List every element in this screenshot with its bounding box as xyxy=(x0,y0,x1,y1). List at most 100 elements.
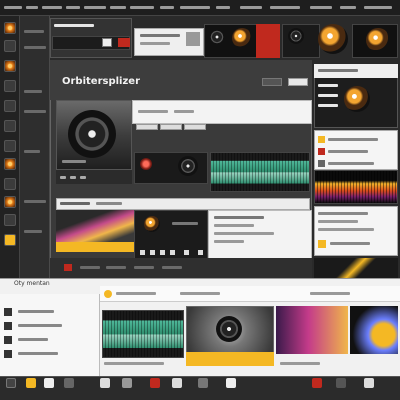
menu-item[interactable] xyxy=(42,6,62,9)
item-icon[interactable] xyxy=(318,240,326,248)
menu-item[interactable] xyxy=(26,6,38,9)
footer-item[interactable] xyxy=(106,266,126,269)
menu-item[interactable] xyxy=(84,6,106,9)
item-icon[interactable] xyxy=(318,148,325,155)
window-button[interactable] xyxy=(288,78,308,86)
knob-icon[interactable] xyxy=(232,28,252,48)
chat-icon[interactable] xyxy=(226,378,236,388)
footer-item[interactable] xyxy=(134,266,154,269)
folder-icon[interactable] xyxy=(4,60,16,72)
transport-button[interactable] xyxy=(70,176,76,179)
toolbar-label xyxy=(116,292,156,295)
record-icon[interactable] xyxy=(150,378,160,388)
small-icon[interactable] xyxy=(150,250,155,255)
menu-item[interactable] xyxy=(310,6,332,9)
right-list-item[interactable] xyxy=(318,104,338,107)
tab-button[interactable] xyxy=(184,124,206,130)
spectrum-display[interactable] xyxy=(314,170,398,204)
menu-item[interactable] xyxy=(180,6,210,9)
footer-item[interactable] xyxy=(162,266,182,269)
folder-icon[interactable] xyxy=(26,378,36,388)
tool-row[interactable] xyxy=(24,110,46,113)
list-row-icon[interactable] xyxy=(4,308,12,316)
disc-icon[interactable] xyxy=(4,80,16,92)
record-icon[interactable] xyxy=(4,158,16,170)
item-icon[interactable] xyxy=(318,136,325,143)
menu-item[interactable] xyxy=(160,6,174,9)
tab-button[interactable] xyxy=(160,124,182,130)
list-icon[interactable] xyxy=(4,196,16,208)
photo-icon[interactable] xyxy=(312,378,322,388)
menu-item[interactable] xyxy=(130,6,154,9)
settings-icon[interactable] xyxy=(4,178,16,190)
right-list-item[interactable] xyxy=(318,84,338,87)
disc-icon[interactable] xyxy=(288,28,304,44)
play-icon[interactable] xyxy=(4,140,16,152)
bottom-waveform[interactable] xyxy=(102,310,184,358)
menu-item[interactable] xyxy=(364,6,392,9)
search-input[interactable] xyxy=(262,78,282,86)
small-icon[interactable] xyxy=(140,250,145,255)
waveform-display[interactable] xyxy=(210,152,310,192)
tool-row[interactable] xyxy=(24,90,42,93)
music-icon[interactable] xyxy=(64,378,74,388)
tool-row[interactable] xyxy=(24,46,46,49)
toolbar-icon[interactable] xyxy=(104,290,112,298)
clock-icon[interactable] xyxy=(4,214,16,226)
mixer-icon[interactable] xyxy=(172,378,182,388)
mixer-icon[interactable] xyxy=(4,120,16,132)
tool-row[interactable] xyxy=(24,30,44,33)
list-row-label[interactable] xyxy=(18,352,58,355)
eq-icon[interactable] xyxy=(4,22,16,34)
tab-button[interactable] xyxy=(136,124,158,130)
footer-icon[interactable] xyxy=(64,264,72,271)
disc-icon[interactable] xyxy=(216,316,242,342)
tool-row[interactable] xyxy=(24,200,46,203)
power-icon[interactable] xyxy=(4,40,16,52)
status-line xyxy=(280,362,320,365)
start-icon[interactable] xyxy=(6,378,16,388)
fader-icon[interactable] xyxy=(4,234,16,246)
knob-icon[interactable] xyxy=(4,100,16,112)
transport-button[interactable] xyxy=(80,176,86,179)
mail-icon[interactable] xyxy=(122,378,132,388)
record-knob-icon[interactable] xyxy=(140,158,152,170)
menu-item[interactable] xyxy=(216,6,230,9)
list-row-label[interactable] xyxy=(18,310,54,313)
small-icon[interactable] xyxy=(160,250,165,255)
tool-row[interactable] xyxy=(24,150,40,153)
small-icon[interactable] xyxy=(198,250,203,255)
browser-icon[interactable] xyxy=(44,378,54,388)
transport-button[interactable] xyxy=(60,176,66,179)
disc-icon[interactable] xyxy=(208,28,226,46)
menu-item[interactable] xyxy=(4,6,22,9)
list-row-icon[interactable] xyxy=(4,322,12,330)
small-icon[interactable] xyxy=(170,250,175,255)
disc-icon[interactable] xyxy=(178,156,198,176)
menu-item[interactable] xyxy=(110,6,126,9)
knob-icon[interactable] xyxy=(344,86,370,112)
knob-icon[interactable] xyxy=(318,24,348,54)
knob-icon[interactable] xyxy=(366,28,390,52)
list-row-icon[interactable] xyxy=(4,336,12,344)
menu-item[interactable] xyxy=(66,6,80,9)
video-icon[interactable] xyxy=(100,378,110,388)
list-row-label[interactable] xyxy=(18,338,48,341)
toolbar-button[interactable] xyxy=(102,38,112,47)
right-list-item[interactable] xyxy=(318,94,338,97)
menu-item[interactable] xyxy=(270,6,300,9)
settings-icon[interactable] xyxy=(198,378,208,388)
footer-item[interactable] xyxy=(80,266,100,269)
tool-row[interactable] xyxy=(24,230,42,233)
menu-item[interactable] xyxy=(240,6,262,9)
note-icon[interactable] xyxy=(364,378,374,388)
list-row-icon[interactable] xyxy=(4,350,12,358)
knob-icon[interactable] xyxy=(144,216,160,232)
turntable-icon[interactable] xyxy=(68,110,116,158)
item-icon[interactable] xyxy=(318,160,325,167)
terminal-icon[interactable] xyxy=(336,378,346,388)
small-icon[interactable] xyxy=(184,250,189,255)
menu-item[interactable] xyxy=(340,6,356,9)
list-row-label[interactable] xyxy=(18,324,62,327)
record-button[interactable] xyxy=(118,38,130,47)
